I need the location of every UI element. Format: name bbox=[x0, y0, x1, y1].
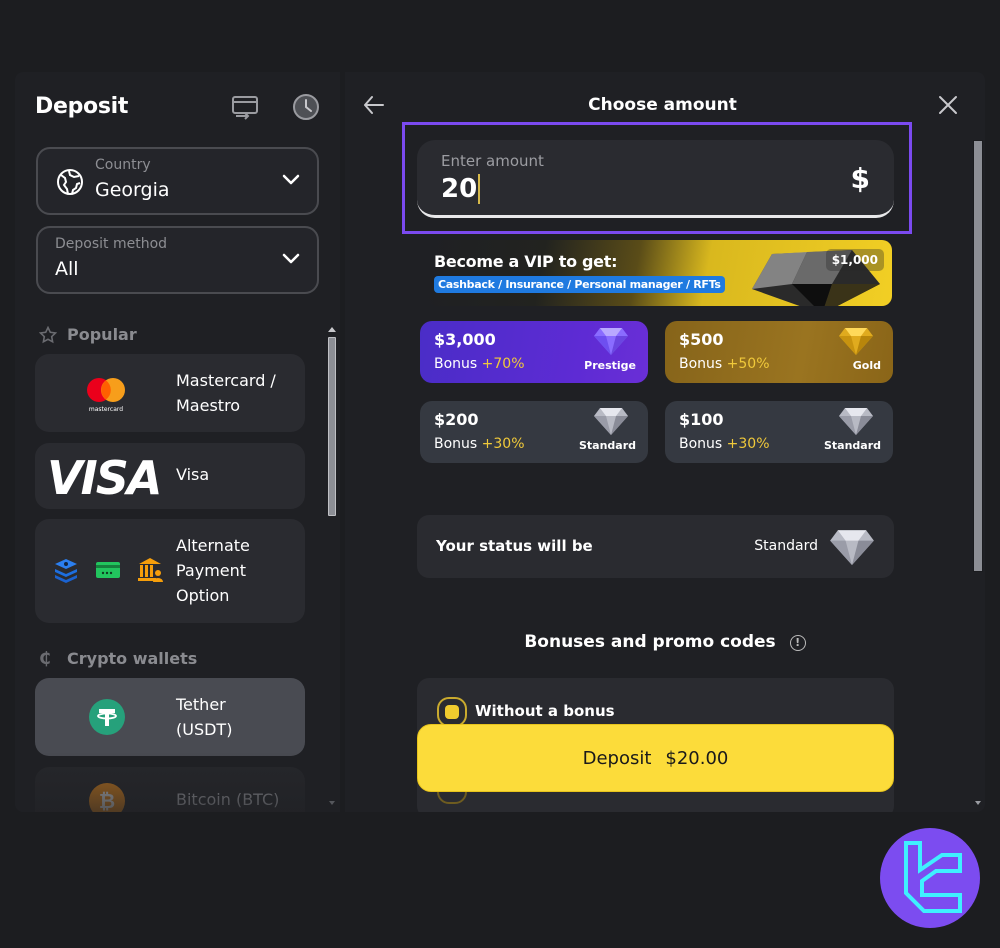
payment-method-label: Visa bbox=[176, 465, 210, 484]
mastercard-logo: mastercard bbox=[87, 378, 125, 413]
silver-diamond-icon bbox=[594, 408, 628, 435]
section-crypto-wallets: ₵ Crypto wallets bbox=[39, 649, 197, 668]
tier-card-standard[interactable]: $100 Bonus +30% Standard bbox=[665, 401, 893, 463]
amount-input-label: Enter amount bbox=[441, 152, 544, 170]
amount-input-value: 20 bbox=[441, 174, 478, 204]
amount-input[interactable]: Enter amount 20 $ bbox=[417, 140, 894, 218]
crypto-icon: ₵ bbox=[39, 648, 51, 669]
tier-name: Prestige bbox=[584, 359, 636, 372]
tier-card-gold[interactable]: $500 Bonus +50% Gold bbox=[665, 321, 893, 383]
vip-banner-title: Become a VIP to get: bbox=[434, 252, 618, 271]
svg-text:₿: ₿ bbox=[99, 789, 115, 812]
tier-bonus-label: Bonus bbox=[434, 356, 478, 372]
text-caret bbox=[478, 174, 481, 204]
tier-bonus-label: Bonus bbox=[679, 436, 723, 452]
close-icon[interactable] bbox=[937, 94, 959, 116]
chevron-down-icon bbox=[282, 253, 300, 264]
status-label: Your status will be bbox=[436, 537, 593, 555]
silver-diamond-icon bbox=[839, 408, 873, 435]
sidebar-scrollbar-thumb[interactable] bbox=[328, 337, 336, 516]
payment-method-label: Bitcoin (BTC) bbox=[176, 790, 280, 809]
tier-amount: $500 bbox=[679, 330, 724, 349]
status-preview: Your status will be Standard bbox=[417, 515, 894, 578]
country-value: Georgia bbox=[95, 179, 170, 201]
brand-logo-glyph bbox=[904, 841, 962, 913]
tier-card-standard[interactable]: $200 Bonus +30% Standard bbox=[420, 401, 648, 463]
payment-method-alternate[interactable]: Alternate Payment Option bbox=[35, 519, 305, 623]
purple-diamond-icon bbox=[594, 328, 628, 355]
globe-icon bbox=[57, 169, 83, 195]
tier-bonus-pct: +30% bbox=[481, 436, 525, 452]
vip-banner[interactable]: Become a VIP to get: Cashback / Insuranc… bbox=[427, 240, 892, 306]
tier-name: Standard bbox=[823, 439, 881, 452]
tier-amount: $100 bbox=[679, 410, 724, 429]
tier-bonus-label: Bonus bbox=[434, 436, 478, 452]
tier-bonus-pct: +70% bbox=[481, 356, 525, 372]
tier-bonus-pct: +50% bbox=[726, 356, 770, 372]
tier-card-prestige[interactable]: $3,000 Bonus +70% Prestige bbox=[420, 321, 648, 383]
payment-method-label: Alternate Payment Option bbox=[176, 536, 250, 605]
payment-method-tether[interactable]: Tether (USDT) bbox=[35, 678, 305, 756]
dollar-icon: $ bbox=[850, 162, 870, 195]
payment-method-mastercard[interactable]: mastercard Mastercard / Maestro bbox=[35, 354, 305, 432]
bonus-option-label: Without a bonus bbox=[475, 702, 615, 720]
bank-icon bbox=[138, 558, 163, 582]
deposit-button[interactable]: Deposit $20.00 bbox=[417, 724, 894, 792]
country-select[interactable]: Country Georgia bbox=[36, 147, 319, 215]
country-label: Country bbox=[95, 157, 151, 173]
main-scrollbar-thumb[interactable] bbox=[973, 140, 983, 572]
vip-amount-badge: $1,000 bbox=[825, 249, 884, 271]
silver-diamond-icon bbox=[830, 530, 874, 565]
choose-amount-panel: Choose amount Enter amount 20 $ Become a… bbox=[345, 72, 985, 812]
bonus-radio-without[interactable] bbox=[437, 697, 467, 727]
payment-method-label: Tether (USDT) bbox=[176, 695, 233, 739]
section-popular: Popular bbox=[39, 325, 137, 344]
status-value: Standard bbox=[754, 538, 818, 554]
scroll-down-arrow[interactable] bbox=[329, 801, 335, 805]
deposit-method-select[interactable]: Deposit method All bbox=[36, 226, 319, 294]
deposit-sidebar: Deposit Country Georgia Deposit method A… bbox=[15, 72, 340, 812]
visa-logo: VISA bbox=[47, 451, 162, 505]
tier-bonus-label: Bonus bbox=[679, 356, 723, 372]
vip-perks-badge: Cashback / Insurance / Personal manager … bbox=[434, 276, 725, 293]
scroll-up-arrow[interactable] bbox=[328, 327, 336, 332]
deposit-method-label: Deposit method bbox=[55, 236, 168, 252]
section-popular-title: Popular bbox=[67, 325, 137, 344]
layers-icon bbox=[55, 559, 77, 583]
tether-logo bbox=[89, 699, 125, 735]
tier-name: Standard bbox=[578, 439, 636, 452]
scroll-down-arrow[interactable] bbox=[975, 801, 981, 805]
chevron-down-icon bbox=[282, 174, 300, 185]
deposit-button-label: Deposit bbox=[582, 747, 652, 769]
card-icon bbox=[96, 562, 120, 578]
brand-logo bbox=[880, 828, 980, 928]
gold-diamond-icon bbox=[839, 328, 873, 355]
star-icon bbox=[39, 325, 57, 343]
card-transfer-icon[interactable] bbox=[230, 92, 260, 122]
payment-method-visa[interactable]: VISA Visa bbox=[35, 443, 305, 509]
panel-title: Choose amount bbox=[588, 95, 737, 115]
tier-amount: $3,000 bbox=[434, 330, 496, 349]
deposit-button-amount: $20.00 bbox=[665, 747, 729, 769]
mastercard-logo-text: mastercard bbox=[89, 406, 123, 413]
clock-history-icon[interactable] bbox=[291, 92, 321, 122]
sidebar-title: Deposit bbox=[35, 94, 129, 119]
tier-bonus-pct: +30% bbox=[726, 436, 770, 452]
section-crypto-title: Crypto wallets bbox=[67, 649, 198, 668]
payment-method-label: Mastercard / Maestro bbox=[176, 371, 276, 415]
promo-section-title: Bonuses and promo codes! bbox=[345, 632, 985, 652]
deposit-method-value: All bbox=[55, 258, 79, 280]
sidebar-scrollbar[interactable] bbox=[327, 327, 337, 805]
tier-amount: $200 bbox=[434, 410, 479, 429]
tier-name: Gold bbox=[852, 359, 881, 372]
bitcoin-logo: ₿ bbox=[89, 783, 125, 812]
payment-method-bitcoin[interactable]: ₿ Bitcoin (BTC) bbox=[35, 767, 305, 812]
info-icon[interactable]: ! bbox=[789, 635, 806, 651]
